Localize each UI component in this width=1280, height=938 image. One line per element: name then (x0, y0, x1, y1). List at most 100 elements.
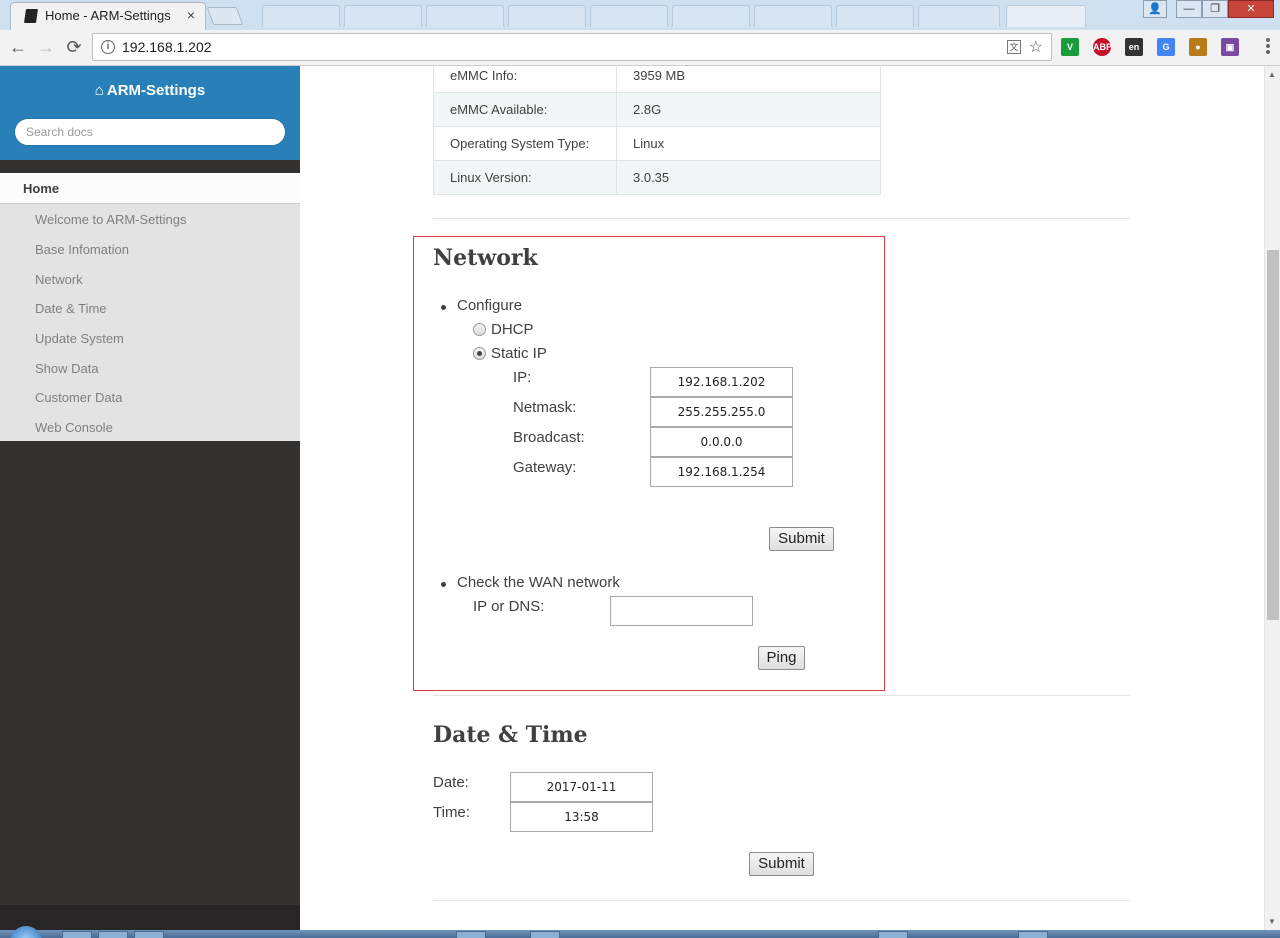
table-row: eMMC Info: 3959 MB (433, 66, 881, 93)
ip-field[interactable]: 192.168.1.202 (650, 367, 793, 397)
back-arrow-icon[interactable]: ← (7, 37, 29, 57)
scroll-up-icon[interactable]: ▲ (1268, 70, 1276, 79)
sidebar-divider (0, 160, 300, 173)
background-tab[interactable] (262, 5, 340, 27)
section-divider (433, 695, 1130, 696)
window-close-button[interactable]: ✕ (1228, 0, 1274, 18)
date-label: Date: (433, 774, 469, 791)
info-icon[interactable]: i (101, 40, 115, 54)
main-content: eMMC Info: 3959 MB eMMC Available: 2.8G … (300, 66, 1264, 930)
site-title-link[interactable]: ⌂ ARM-Settings (0, 82, 300, 99)
sidebar-item-base-information[interactable]: Base Infomation (35, 242, 129, 257)
bullet-icon (441, 582, 446, 587)
ip-or-dns-field[interactable] (610, 596, 753, 626)
home-icon: ⌂ (94, 82, 104, 99)
new-tab-button[interactable] (206, 7, 244, 25)
background-tab[interactable] (344, 5, 422, 27)
forward-arrow-icon[interactable]: → (35, 37, 57, 57)
site-title: ARM-Settings (106, 82, 206, 99)
maximize-button[interactable]: ❐ (1202, 0, 1228, 18)
sidebar-item-home[interactable]: Home (0, 173, 300, 203)
taskbar-item[interactable] (98, 931, 128, 938)
ping-button[interactable]: Ping (758, 646, 805, 670)
taskbar-item[interactable] (878, 931, 908, 938)
tab-strip: Home - ARM-Settings × 👤 — ❐ ✕ (0, 0, 1280, 30)
table-cell-value: 3959 MB (616, 66, 881, 93)
network-section: Network Configure DHCP Static IP IP: 192… (413, 236, 885, 691)
taskbar-item[interactable] (530, 931, 560, 938)
background-tab[interactable] (426, 5, 504, 27)
en-extension-icon[interactable]: en (1125, 38, 1143, 56)
v-extension-icon[interactable]: V (1061, 38, 1079, 56)
orange-extension-icon[interactable]: ● (1189, 38, 1207, 56)
table-cell-key: eMMC Available: (433, 92, 617, 127)
netmask-field[interactable]: 255.255.255.0 (650, 397, 793, 427)
network-submit-button[interactable]: Submit (769, 527, 834, 551)
broadcast-label: Broadcast: (513, 429, 585, 446)
book-icon (24, 9, 38, 23)
google-translate-icon[interactable]: G (1157, 38, 1175, 56)
table-row: Operating System Type: Linux (433, 126, 881, 161)
browser-menu-icon[interactable] (1266, 38, 1270, 56)
background-tab[interactable] (590, 5, 668, 27)
browser-toolbar: ← → ⟳ i 192.168.1.202 文 ☆ V ABP en G ● ▣ (0, 30, 1280, 66)
time-field[interactable]: 13:58 (510, 802, 653, 832)
broadcast-field[interactable]: 0.0.0.0 (650, 427, 793, 457)
screen-capture-icon[interactable]: ▣ (1221, 38, 1239, 56)
background-tab[interactable] (918, 5, 1000, 27)
taskbar-item[interactable] (134, 931, 164, 938)
sidebar-item-update-system[interactable]: Update System (35, 331, 124, 346)
section-divider (433, 900, 1130, 901)
gateway-label: Gateway: (513, 459, 577, 476)
sidebar-item-show-data[interactable]: Show Data (35, 361, 99, 376)
base-info-table: eMMC Info: 3959 MB eMMC Available: 2.8G … (433, 66, 881, 195)
taskbar-item[interactable] (456, 931, 486, 938)
search-input[interactable]: Search docs (14, 118, 286, 146)
sidebar-item-network[interactable]: Network (35, 272, 83, 287)
background-tab[interactable] (672, 5, 750, 27)
date-field[interactable]: 2017-01-11 (510, 772, 653, 802)
sidebar-item-web-console[interactable]: Web Console (35, 420, 113, 435)
address-bar[interactable]: i 192.168.1.202 文 ☆ (92, 33, 1052, 61)
table-cell-value: 3.0.35 (616, 160, 881, 195)
tab-close-icon[interactable]: × (187, 7, 195, 23)
url-text[interactable]: 192.168.1.202 (122, 39, 212, 55)
adblock-plus-icon[interactable]: ABP (1093, 38, 1112, 56)
os-taskbar (0, 930, 1280, 938)
table-cell-value: Linux (616, 126, 881, 161)
reload-icon[interactable]: ⟳ (63, 37, 85, 57)
translate-icon[interactable]: 文 (1007, 40, 1021, 54)
datetime-submit-button[interactable]: Submit (749, 852, 814, 876)
dhcp-radio[interactable] (473, 323, 486, 336)
bullet-icon (441, 305, 446, 310)
scroll-down-icon[interactable]: ▼ (1268, 917, 1276, 926)
tab-home[interactable]: Home - ARM-Settings × (10, 2, 206, 30)
network-heading: Network (433, 245, 538, 271)
table-row: Linux Version: 3.0.35 (433, 160, 881, 195)
static-ip-radio[interactable] (473, 347, 486, 360)
bookmark-star-icon[interactable]: ☆ (1029, 37, 1043, 57)
background-tab[interactable] (754, 5, 832, 27)
sidebar-item-welcome[interactable]: Welcome to ARM-Settings (35, 212, 186, 227)
configure-label: Configure (457, 297, 523, 314)
sidebar-item-customer-data[interactable]: Customer Data (35, 390, 122, 405)
user-icon[interactable]: 👤 (1143, 0, 1167, 18)
sidebar-item-date-time[interactable]: Date & Time (35, 301, 107, 316)
date-time-heading: Date & Time (433, 722, 588, 748)
background-tab[interactable] (836, 5, 914, 27)
dhcp-label[interactable]: DHCP (491, 321, 534, 338)
gateway-field[interactable]: 192.168.1.254 (650, 457, 793, 487)
background-tab[interactable] (1006, 5, 1086, 27)
background-tab[interactable] (508, 5, 586, 27)
table-cell-value: 2.8G (616, 92, 881, 127)
table-cell-key: Linux Version: (433, 160, 617, 195)
wan-check-label: Check the WAN network (457, 574, 620, 591)
static-ip-label[interactable]: Static IP (491, 345, 547, 362)
taskbar-item[interactable] (1018, 931, 1048, 938)
time-label: Time: (433, 804, 470, 821)
minimize-button[interactable]: — (1176, 0, 1202, 18)
sidebar: ⌂ ARM-Settings Search docs Home Welcome t… (0, 66, 300, 938)
vertical-scrollbar[interactable]: ▲ ▼ (1264, 66, 1280, 930)
scrollbar-thumb[interactable] (1267, 250, 1279, 620)
taskbar-item[interactable] (62, 931, 92, 938)
